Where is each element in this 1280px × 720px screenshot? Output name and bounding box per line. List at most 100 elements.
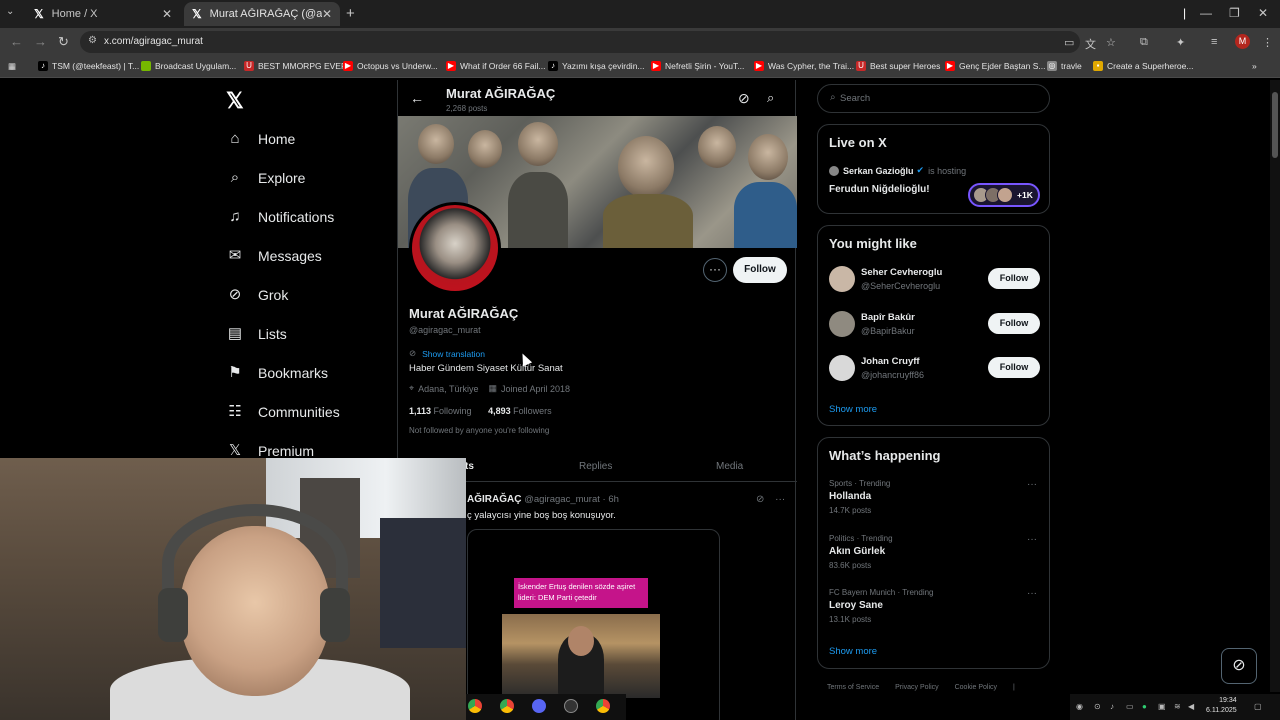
show-more-link[interactable]: Show more xyxy=(829,646,877,657)
search-icon[interactable]: ⌕ xyxy=(767,90,774,106)
restore-icon[interactable]: ❐ xyxy=(1229,6,1240,20)
url-text[interactable]: x.com/agiragac_murat xyxy=(104,36,203,47)
tab-search-icon[interactable]: ⌄ xyxy=(6,6,14,17)
nav-explore[interactable]: ⌕ Explore xyxy=(226,169,306,187)
trend-item[interactable]: Sports · Trending Hollanda 14.7K posts ·… xyxy=(829,479,1040,523)
extension-pin-icon[interactable]: ✦ xyxy=(1176,36,1185,49)
bookmark-7[interactable]: ▶ Was Cypher, the Trai... xyxy=(754,61,854,71)
bookmark-3[interactable]: ▶ Octopus vs Underw... xyxy=(343,61,438,71)
network-icon[interactable]: ◉ xyxy=(1076,702,1083,711)
chrome-icon[interactable] xyxy=(468,699,482,713)
more-options-button[interactable]: ··· xyxy=(703,258,727,282)
media-icon[interactable]: ≡ xyxy=(1211,36,1217,48)
show-more-link[interactable]: Show more xyxy=(829,404,877,415)
microphone-icon[interactable]: ♪ xyxy=(1110,702,1114,711)
new-tab-icon[interactable]: + xyxy=(346,5,355,22)
suggested-user[interactable]: Bapîr Bakûr @BapirBakur Follow xyxy=(829,309,1040,341)
notification-icon[interactable]: ▢ xyxy=(1254,702,1262,711)
wifi-icon[interactable]: ≋ xyxy=(1174,702,1181,711)
bookmark-6[interactable]: ▶ Nefretli Şirin - YouT... xyxy=(651,61,744,71)
tab-media[interactable]: Media xyxy=(716,461,743,472)
follow-button[interactable]: Follow xyxy=(988,268,1040,289)
trend-item[interactable]: Politics · Trending Akın Gürlek 83.6K po… xyxy=(829,534,1040,578)
more-icon[interactable]: ··· xyxy=(775,494,785,505)
nav-home[interactable]: ⌂ Home xyxy=(226,130,295,148)
tray-app-icon[interactable]: ⊙ xyxy=(1094,702,1101,711)
refresh-icon[interactable]: ⊘ xyxy=(738,90,750,107)
follow-button[interactable]: Follow xyxy=(733,257,787,283)
close-tab-icon[interactable]: ✕ xyxy=(162,7,172,21)
browser-tab-profile[interactable]: 𝕏 Murat AĞIRAĞAÇ (@agiragac_m ✕ xyxy=(184,2,340,26)
tab-posts[interactable]: ts xyxy=(465,461,474,472)
chrome-icon[interactable] xyxy=(500,699,514,713)
back-icon[interactable]: ← xyxy=(10,34,23,49)
nav-notifications[interactable]: ♫ Notifications xyxy=(226,208,334,226)
more-icon[interactable]: ··· xyxy=(1027,534,1037,545)
following-link[interactable]: 1,113 Following xyxy=(409,406,472,416)
bookmark-star-icon[interactable]: ☆ xyxy=(1106,36,1116,49)
more-icon[interactable]: ··· xyxy=(1027,588,1037,599)
show-translation-link[interactable]: ⊘ Show translation xyxy=(409,348,485,359)
cookie-link[interactable]: Cookie Policy xyxy=(955,684,997,691)
tab-replies[interactable]: Replies xyxy=(579,461,612,472)
live-space-title[interactable]: Ferudun Niğdelioğlu! xyxy=(829,184,930,195)
bookmark-10[interactable]: ◎ travle xyxy=(1047,61,1082,71)
bookmark-5[interactable]: ♪ Yazımı kışa çevirdin... xyxy=(548,61,645,71)
chrome-icon[interactable] xyxy=(596,699,610,713)
battery-icon[interactable]: ▭ xyxy=(1126,702,1134,711)
discord-icon[interactable] xyxy=(532,699,546,713)
menu-icon[interactable]: ⋮ xyxy=(1262,36,1273,49)
post-author[interactable]: AĞIRAĞAÇ @agiragac_murat · 6h xyxy=(467,494,619,505)
bookmark-9[interactable]: ▶ Genç Ejder Baştan S... xyxy=(945,61,1045,71)
grok-icon[interactable]: ⊘ xyxy=(756,494,764,505)
back-arrow-icon[interactable]: ← xyxy=(410,90,424,106)
suggested-user[interactable]: Seher Cevheroglu @SeherCevheroglu Follow xyxy=(829,264,1040,296)
privacy-link[interactable]: Privacy Policy xyxy=(895,684,939,691)
translate-icon[interactable]: 文 xyxy=(1085,36,1096,52)
follow-button[interactable]: Follow xyxy=(988,313,1040,334)
volume-icon[interactable]: ◀ xyxy=(1188,702,1194,711)
live-host[interactable]: Serkan Gazioğlu ✔ is hosting xyxy=(829,165,966,176)
minimize-icon[interactable]: — xyxy=(1200,6,1212,20)
reload-icon[interactable]: ↻ xyxy=(58,34,69,50)
omnibox[interactable]: ⚙ x.com/agiragac_murat xyxy=(80,31,1080,53)
terms-link[interactable]: Terms of Service xyxy=(827,684,879,691)
grok-fab-icon[interactable]: ⊘ xyxy=(1221,648,1257,684)
suggested-user[interactable]: Johan Cruyff @johancruyff86 Follow xyxy=(829,353,1040,385)
bookmark-8[interactable]: U Best super Heroes xyxy=(856,61,940,71)
tray-app-icon[interactable]: ● xyxy=(1142,702,1147,711)
bookmark-1[interactable]: Broadcast Uygulam... xyxy=(141,61,236,71)
x-logo-icon[interactable]: 𝕏 xyxy=(226,88,244,114)
taskbar-clock[interactable]: 19:34 6.11.2025 xyxy=(1206,696,1237,716)
close-window-icon[interactable]: ✕ xyxy=(1258,6,1268,20)
site-info-icon[interactable]: ⚙ xyxy=(88,35,97,46)
nav-communities[interactable]: ☷ Communities xyxy=(226,403,339,421)
nav-lists[interactable]: ▤ Lists xyxy=(226,325,287,343)
profile-avatar[interactable] xyxy=(409,202,501,294)
scrollbar[interactable] xyxy=(1270,80,1280,692)
bookmark-0[interactable]: ♪ TSM (@teekfeast) | T... xyxy=(38,61,139,71)
post-media[interactable]: İskender Ertuş denilen sözde aşiret lide… xyxy=(467,529,720,720)
profile-avatar[interactable]: M xyxy=(1235,34,1250,49)
followers-link[interactable]: 4,893 Followers xyxy=(488,406,552,416)
bookmark-2[interactable]: U BEST MMORPG EVER xyxy=(244,61,347,71)
scrollbar-thumb[interactable] xyxy=(1272,92,1278,158)
extensions-icon[interactable]: ⧉ xyxy=(1140,36,1148,49)
close-tab-icon[interactable]: ✕ xyxy=(322,7,332,21)
bookmark-4[interactable]: ▶ What if Order 66 Fail... xyxy=(446,61,546,71)
search-input[interactable]: ⌕ Search xyxy=(817,84,1050,113)
monitor-icon[interactable]: ▣ xyxy=(1158,702,1166,711)
follow-button[interactable]: Follow xyxy=(988,357,1040,378)
more-icon[interactable]: ··· xyxy=(1027,479,1037,490)
forward-icon[interactable]: → xyxy=(34,34,47,49)
apps-icon[interactable]: ▦ xyxy=(8,61,16,72)
nav-bookmarks[interactable]: ⚑ Bookmarks xyxy=(226,364,328,382)
browser-tab-home[interactable]: 𝕏 Home / X ✕ xyxy=(26,2,180,26)
bookmark-11[interactable]: ▪ Create a Superheroe... xyxy=(1093,61,1193,71)
trend-item[interactable]: FC Bayern Munich · Trending Leroy Sane 1… xyxy=(829,588,1040,632)
live-listeners-pill[interactable]: +1K xyxy=(968,183,1040,207)
nav-messages[interactable]: ✉ Messages xyxy=(226,247,322,265)
more-bookmarks-icon[interactable]: » xyxy=(1252,61,1257,71)
nav-grok[interactable]: ⊘ Grok xyxy=(226,286,289,304)
cast-icon[interactable]: ▭ xyxy=(1064,36,1074,49)
